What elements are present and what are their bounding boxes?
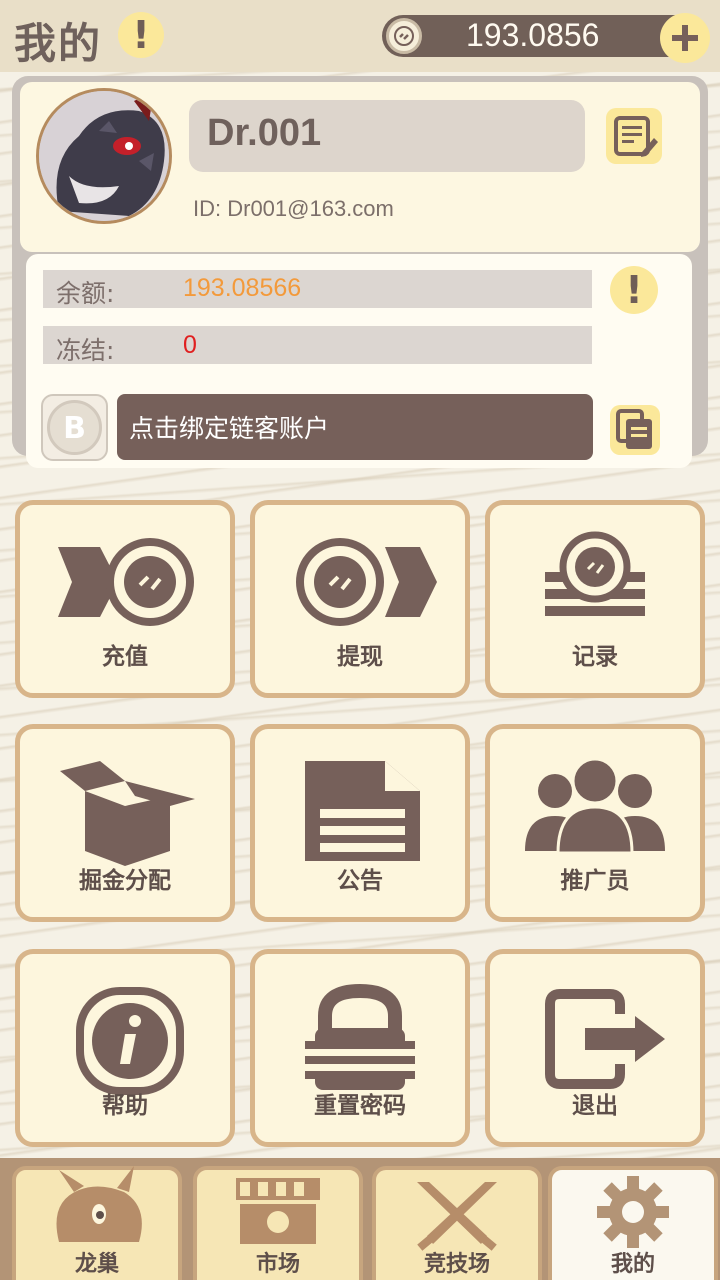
frozen-label: 冻结: bbox=[56, 336, 115, 365]
tile-label: 公告 bbox=[337, 868, 383, 894]
tile-reset-password[interactable]: 重置密码 bbox=[250, 949, 470, 1147]
exclamation-icon[interactable]: ! bbox=[610, 266, 658, 314]
tile-label: 退出 bbox=[572, 1093, 618, 1119]
balance-bar: 193.0856 bbox=[382, 15, 702, 57]
nav-tab-market[interactable]: 市场 bbox=[193, 1166, 363, 1280]
nav-label: 龙巢 bbox=[74, 1252, 119, 1277]
deposit-icon bbox=[58, 538, 194, 626]
header-balance: 193.0856 bbox=[466, 17, 600, 53]
plus-icon[interactable] bbox=[660, 13, 710, 63]
tile-deposit[interactable]: 充值 bbox=[15, 500, 235, 698]
tile-label: 充值 bbox=[102, 644, 148, 670]
tile-label: 记录 bbox=[572, 644, 618, 670]
balance-row bbox=[43, 270, 592, 308]
svg-text:B: B bbox=[63, 411, 86, 446]
tile-help[interactable]: 帮助 bbox=[15, 949, 235, 1147]
edit-note-icon[interactable] bbox=[606, 108, 662, 164]
tile-label: 掘金分配 bbox=[79, 868, 171, 894]
shop-icon bbox=[236, 1178, 320, 1244]
box-icon bbox=[60, 761, 195, 866]
group-icon bbox=[525, 757, 665, 855]
info-icon bbox=[76, 987, 184, 1095]
bitcoin-icon: B bbox=[41, 394, 108, 461]
copy-icon[interactable] bbox=[610, 405, 660, 455]
tile-withdraw[interactable]: 提现 bbox=[250, 500, 470, 698]
nav-tab-dragon-nest[interactable]: 龙巢 bbox=[12, 1166, 182, 1280]
nav-tab-mine[interactable]: 我的 bbox=[548, 1166, 718, 1280]
nav-tab-arena[interactable]: 竞技场 bbox=[372, 1166, 542, 1280]
balance-label: 余额: bbox=[56, 279, 115, 308]
lock-icon bbox=[305, 983, 415, 1090]
document-icon bbox=[305, 761, 420, 861]
bind-account-button[interactable]: 点击绑定链客账户 bbox=[117, 394, 593, 460]
user-name: Dr.001 bbox=[207, 112, 322, 154]
dragon-avatar[interactable] bbox=[36, 88, 172, 224]
exclamation-icon[interactable]: ! bbox=[118, 12, 164, 58]
nav-label: 市场 bbox=[255, 1252, 300, 1277]
tile-logout[interactable]: 退出 bbox=[485, 949, 705, 1147]
tile-label: 帮助 bbox=[102, 1093, 148, 1119]
frozen-row bbox=[43, 326, 592, 364]
tile-announcement[interactable]: 公告 bbox=[250, 724, 470, 922]
nav-label: 我的 bbox=[610, 1252, 655, 1277]
tile-label: 推广员 bbox=[560, 868, 630, 894]
balance-value: 193.08566 bbox=[183, 274, 302, 302]
user-id: ID: Dr001@163.com bbox=[193, 196, 394, 221]
tile-promoter[interactable]: 推广员 bbox=[485, 724, 705, 922]
tile-distribution[interactable]: 掘金分配 bbox=[15, 724, 235, 922]
frozen-value: 0 bbox=[183, 331, 197, 359]
page-title: 我的 bbox=[14, 19, 103, 68]
nav-label: 竞技场 bbox=[423, 1252, 490, 1277]
tile-records[interactable]: 记录 bbox=[485, 500, 705, 698]
withdraw-icon bbox=[296, 538, 437, 626]
swords-icon bbox=[417, 1182, 497, 1251]
tile-label: 提现 bbox=[337, 644, 383, 670]
gear-icon bbox=[597, 1176, 669, 1248]
records-icon bbox=[545, 531, 645, 616]
dragon-icon bbox=[56, 1166, 142, 1242]
logout-icon bbox=[545, 989, 665, 1089]
coin-icon bbox=[386, 18, 422, 54]
tile-label: 重置密码 bbox=[314, 1093, 406, 1119]
